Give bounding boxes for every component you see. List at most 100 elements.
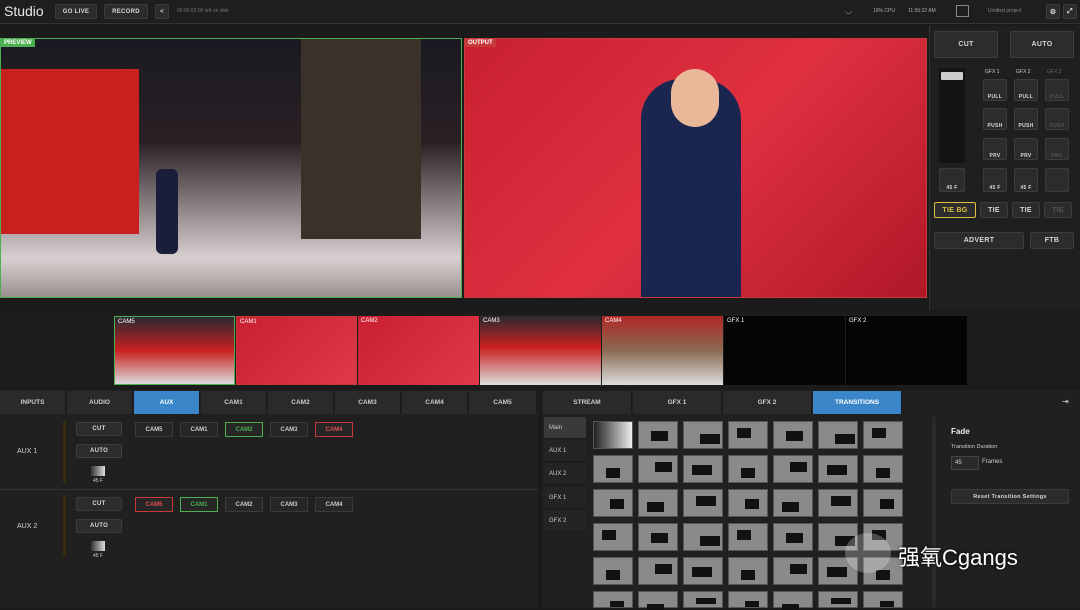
mv-gfx1[interactable]: GFX 1 [724, 316, 845, 385]
gfx1-duration[interactable]: 45 F [983, 168, 1007, 192]
gfx2-push-button[interactable]: PUSH [1014, 108, 1038, 130]
gfx3-pull-button[interactable]: PULL [1045, 79, 1069, 101]
tab-audio[interactable]: AUDIO [67, 391, 133, 414]
mv-cam2[interactable]: CAM2 [358, 316, 479, 385]
transition-tile[interactable] [683, 489, 723, 517]
transition-tile[interactable] [593, 591, 633, 608]
tab-aux[interactable]: AUX [134, 391, 200, 414]
transition-tile[interactable] [593, 557, 633, 585]
preview-monitor[interactable]: PREVIEW [0, 38, 462, 298]
aux2-src-cam3[interactable]: CAM3 [270, 497, 308, 512]
aux2-cut-button[interactable]: CUT [76, 497, 122, 511]
aux1-src-cam3[interactable]: CAM3 [270, 422, 308, 437]
aux2-fade-icon[interactable] [91, 541, 105, 551]
tie-bg-button[interactable]: TIE BG [934, 202, 976, 218]
mv-cam1[interactable]: CAM1 [236, 316, 357, 385]
transition-tile[interactable] [773, 523, 813, 551]
transition-tile[interactable] [773, 591, 813, 610]
aux1-cut-button[interactable]: CUT [76, 422, 122, 436]
aux1-src-cam1[interactable]: CAM1 [180, 422, 218, 437]
trans-main[interactable]: Main [544, 417, 586, 439]
tab-cam2[interactable]: CAM2 [268, 391, 334, 414]
aux2-src-cam4[interactable]: CAM4 [315, 497, 353, 512]
scrollbar[interactable] [932, 417, 936, 607]
tie-gfx1-button[interactable]: TIE [980, 202, 1008, 218]
aux1-fade-icon[interactable] [91, 466, 105, 476]
aux2-auto-button[interactable]: AUTO [76, 519, 122, 533]
transition-tile[interactable] [818, 489, 858, 517]
trans-aux1[interactable]: AUX 1 [544, 440, 586, 462]
gfx3-prv-button[interactable]: PRV [1045, 138, 1069, 160]
tab-cam4[interactable]: CAM4 [402, 391, 468, 414]
trans-aux2[interactable]: AUX 2 [544, 463, 586, 485]
transition-tile[interactable] [728, 455, 768, 483]
duration-input[interactable]: 45 [951, 456, 979, 470]
gfx1-pull-button[interactable]: PULL [983, 79, 1007, 101]
aux1-src-cam4[interactable]: CAM4 [315, 422, 353, 437]
transition-tile[interactable] [683, 591, 723, 608]
aux2-src-cam5[interactable]: CAM5 [135, 497, 173, 512]
transition-tile[interactable] [728, 421, 768, 449]
transition-tile[interactable] [593, 523, 633, 551]
trans-gfx2[interactable]: GFX 2 [544, 510, 586, 532]
gfx2-prv-button[interactable]: PRV [1014, 138, 1038, 160]
transition-tile[interactable] [728, 591, 768, 608]
transition-tile[interactable] [863, 489, 903, 517]
transition-tile[interactable] [818, 455, 858, 483]
transition-tile[interactable] [773, 557, 813, 585]
t-bar-track[interactable] [939, 68, 965, 163]
tie-gfx3-button[interactable]: TIE [1044, 202, 1072, 218]
gfx2-duration[interactable]: 45 F [1014, 168, 1038, 192]
layout-icon[interactable] [956, 5, 969, 17]
transition-tile[interactable] [638, 489, 678, 517]
transition-tile[interactable] [863, 591, 903, 608]
aux2-src-cam2[interactable]: CAM2 [225, 497, 263, 512]
transition-tile[interactable] [593, 421, 633, 449]
tie-gfx2-button[interactable]: TIE [1012, 202, 1040, 218]
tab-cam3[interactable]: CAM3 [335, 391, 401, 414]
mv-cam4[interactable]: CAM4 [602, 316, 723, 385]
transition-duration[interactable]: 45 F [939, 168, 965, 192]
transition-tile[interactable] [593, 455, 633, 483]
transition-tile[interactable] [683, 455, 723, 483]
aux1-src-cam2[interactable]: CAM2 [225, 422, 263, 437]
transition-tile[interactable] [638, 591, 678, 610]
transition-tile[interactable] [773, 421, 813, 449]
tab-gfx2[interactable]: GFX 2 [723, 391, 812, 414]
trans-gfx1[interactable]: GFX 1 [544, 487, 586, 509]
share-icon[interactable]: < [155, 4, 169, 19]
gfx1-prv-button[interactable]: PRV [983, 138, 1007, 160]
fullscreen-icon[interactable]: ⤢ [1063, 4, 1077, 19]
transition-tile[interactable] [683, 421, 723, 449]
ftb-button[interactable]: FTB [1030, 232, 1074, 249]
auto-button[interactable]: AUTO [1010, 31, 1074, 58]
tab-stream[interactable]: STREAM [543, 391, 632, 414]
headphones-icon[interactable]: ◡ [845, 6, 852, 15]
gfx3-duration[interactable] [1045, 168, 1069, 192]
transition-tile[interactable] [728, 489, 768, 517]
tab-transitions[interactable]: TRANSITIONS [813, 391, 902, 414]
settings-icon[interactable]: ⚙ [1046, 4, 1060, 19]
t-bar-handle[interactable] [941, 72, 963, 80]
transition-tile[interactable] [638, 421, 678, 449]
gfx3-push-button[interactable]: PUSH [1045, 108, 1069, 130]
transition-tile[interactable] [638, 455, 678, 483]
reset-transition-button[interactable]: Reset Transition Settings [951, 489, 1069, 504]
collapse-icon[interactable]: ⇥ [1062, 397, 1069, 406]
transition-tile[interactable] [728, 523, 768, 551]
transition-tile[interactable] [863, 455, 903, 483]
record-button[interactable]: RECORD [104, 4, 148, 19]
transition-tile[interactable] [683, 523, 723, 551]
tab-gfx1[interactable]: GFX 1 [633, 391, 722, 414]
aux1-src-cam5[interactable]: CAM5 [135, 422, 173, 437]
transition-tile[interactable] [818, 591, 858, 608]
mv-cam5[interactable]: CAM5 [114, 316, 235, 385]
transition-tile[interactable] [683, 557, 723, 585]
transition-tile[interactable] [773, 489, 813, 517]
aux1-auto-button[interactable]: AUTO [76, 444, 122, 458]
gfx1-push-button[interactable]: PUSH [983, 108, 1007, 130]
cut-button[interactable]: CUT [934, 31, 998, 58]
mv-gfx2[interactable]: GFX 2 [846, 316, 967, 385]
tab-cam5[interactable]: CAM5 [469, 391, 537, 414]
transition-tile[interactable] [593, 489, 633, 517]
